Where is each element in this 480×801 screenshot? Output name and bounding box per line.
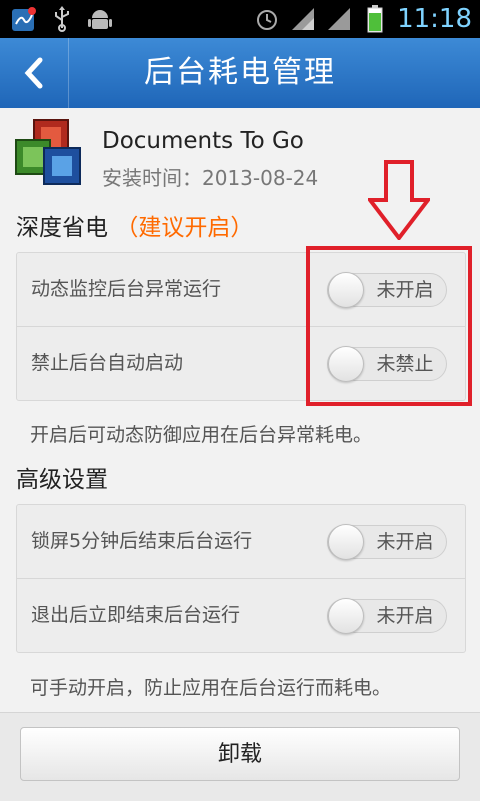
section-title-text: 深度省电	[16, 215, 108, 241]
annotation-arrow-icon	[365, 160, 433, 242]
exit-toggle[interactable]: 未开启	[327, 598, 447, 634]
setting-label: 动态监控后台异常运行	[31, 278, 222, 300]
setting-label: 退出后立即结束后台运行	[31, 604, 241, 626]
battery-icon	[361, 5, 389, 33]
bottom-bar: 卸载	[0, 712, 480, 801]
deep-saving-note: 开启后可动态防御应用在后台异常耗电。	[30, 424, 373, 446]
toggle-knob	[328, 598, 364, 634]
android-debug-icon	[86, 5, 114, 33]
title-bar: 后台耗电管理	[0, 38, 480, 108]
section-title-advanced: 高级设置	[16, 467, 108, 493]
setting-label: 锁屏5分钟后结束后台运行	[31, 530, 253, 552]
lockscreen-toggle[interactable]: 未开启	[327, 524, 447, 560]
advanced-note: 可手动开启，防止应用在后台运行而耗电。	[30, 677, 392, 699]
back-icon	[24, 57, 43, 89]
section-title-deep-saving: 深度省电 （建议开启）	[16, 208, 253, 242]
clock: 11:18	[397, 4, 472, 34]
uninstall-button[interactable]: 卸载	[20, 727, 460, 781]
status-bar: 11:18	[0, 0, 480, 38]
setting-label: 禁止后台自动启动	[31, 352, 184, 374]
alarm-icon	[253, 5, 281, 33]
app-name: Documents To Go	[102, 128, 304, 154]
advanced-card: 锁屏5分钟后结束后台运行 未开启 退出后立即结束后台运行 未开启	[16, 504, 466, 653]
toggle-state: 未开启	[376, 531, 434, 553]
setting-row-exit: 退出后立即结束后台运行 未开启	[17, 579, 465, 652]
back-button[interactable]	[0, 38, 69, 108]
annotation-highlight-box	[306, 246, 472, 406]
page-title: 后台耗电管理	[144, 55, 336, 90]
documents-to-go-app-icon	[14, 118, 86, 190]
install-time: 安装时间：2013-08-24	[102, 166, 319, 190]
usb-icon	[48, 5, 76, 33]
setting-row-lockscreen: 锁屏5分钟后结束后台运行 未开启	[17, 505, 465, 579]
signal-icon	[325, 5, 353, 33]
toggle-state: 未开启	[376, 605, 434, 627]
recommend-hint: （建议开启）	[115, 215, 254, 241]
app-notification-icon	[10, 5, 38, 33]
toggle-knob	[328, 524, 364, 560]
wifi-icon	[289, 5, 317, 33]
